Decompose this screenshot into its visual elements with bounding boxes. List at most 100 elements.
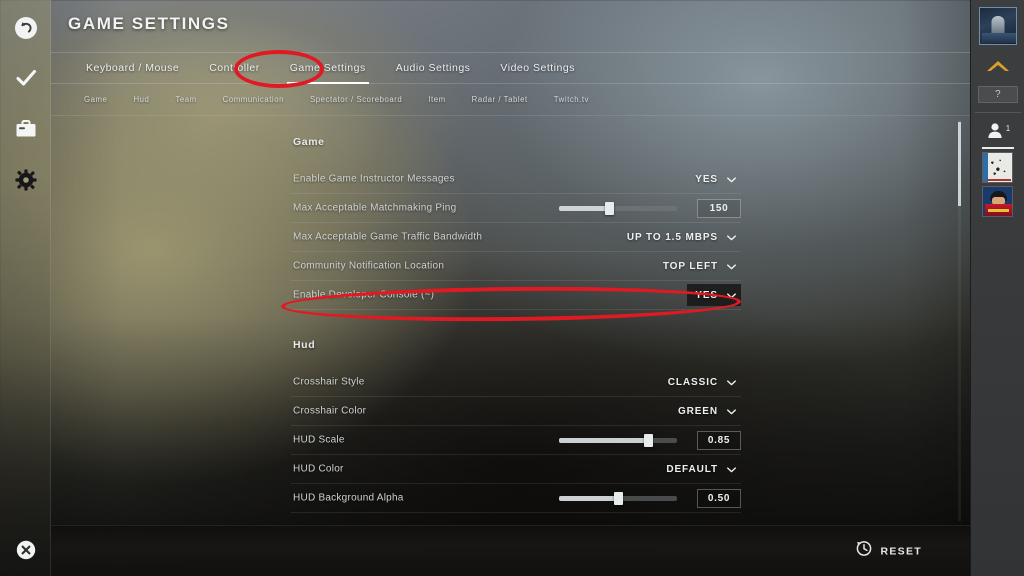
tab-label: Audio Settings [395, 62, 471, 74]
slider-handle[interactable] [643, 433, 653, 447]
chevron-down-icon [727, 257, 736, 275]
game-settings-screen: ? 1 GAME SETTINGS Keyboard / Mouse Contr… [0, 0, 1024, 576]
rank-badge[interactable] [971, 54, 1024, 82]
dropdown-crosshair-style[interactable]: CLASSIC [660, 371, 741, 393]
section-title: Hud [293, 339, 316, 351]
setting-control[interactable]: 0.85 [559, 426, 741, 454]
slider-fill [559, 205, 609, 211]
dropdown-value: DEFAULT [666, 463, 718, 475]
settings-button[interactable] [0, 158, 51, 202]
thumb-belt [988, 209, 1009, 212]
dropdown-max-acceptable-game-traffic-bandwidth[interactable]: UP TO 1.5 MBPS [619, 226, 741, 248]
back-button[interactable] [0, 6, 51, 50]
setting-row[interactable]: Max Acceptable Game Traffic Bandwidth UP … [291, 223, 741, 252]
accept-button[interactable] [0, 56, 51, 100]
setting-row[interactable]: Max Acceptable Matchmaking Ping 150 [291, 194, 741, 223]
tab-label: Controller [209, 62, 260, 74]
slider-handle[interactable] [604, 201, 614, 215]
gear-icon [14, 169, 37, 191]
setting-control[interactable]: DEFAULT [658, 455, 741, 483]
subtab-team[interactable]: Team [162, 84, 209, 115]
setting-row[interactable]: Enable Game Instructor Messages YES [291, 165, 741, 194]
slider-value: 0.85 [707, 434, 731, 446]
chevron-down-icon [727, 170, 736, 188]
player-avatar[interactable] [979, 7, 1017, 45]
scrollbar-thumb[interactable] [958, 122, 961, 206]
setting-label: Crosshair Color [293, 405, 367, 417]
tab-audio-settings[interactable]: Audio Settings [381, 53, 486, 83]
setting-control[interactable]: GREEN [670, 397, 741, 425]
slider-value-input[interactable]: 0.50 [697, 488, 741, 508]
tab-video-settings[interactable]: Video Settings [485, 53, 590, 83]
friends-button[interactable]: 1 [971, 120, 1024, 146]
setting-row[interactable]: Crosshair Color GREEN [291, 397, 741, 426]
tab-label: Keyboard / Mouse [86, 62, 180, 74]
setting-control[interactable]: CLASSIC [660, 368, 741, 396]
slider-value: 0.50 [707, 492, 731, 504]
friend-thumbnail-2[interactable] [982, 186, 1013, 217]
subtab-radar-tablet[interactable]: Radar / Tablet [459, 84, 541, 115]
dropdown-value: CLASSIC [667, 376, 718, 388]
dropdown-enable-game-instructor-messages[interactable]: YES [687, 168, 741, 190]
reset-button[interactable]: RESET [856, 541, 922, 562]
setting-row[interactable]: Community Notification Location TOP LEFT [291, 252, 741, 281]
thumb-status-line [987, 179, 1011, 181]
dropdown-value: TOP LEFT [662, 260, 718, 272]
tab-game-settings[interactable]: Game Settings [275, 53, 381, 84]
footer-bar: RESET [51, 525, 970, 576]
dropdown-community-notification-location[interactable]: TOP LEFT [655, 255, 741, 277]
dropdown-enable-developer-console[interactable]: YES [687, 284, 741, 306]
setting-control[interactable]: UP TO 1.5 MBPS [619, 223, 741, 251]
settings-content: Game Enable Game Instructor Messages YES Ma… [51, 116, 970, 525]
setting-control[interactable]: 0.50 [559, 484, 741, 512]
tab-label: Video Settings [500, 62, 575, 74]
subtab-label: Game [84, 95, 108, 104]
setting-control[interactable]: YES [687, 281, 741, 309]
right-sidebar: ? 1 [970, 0, 1024, 576]
dropdown-hud-color[interactable]: DEFAULT [658, 458, 741, 480]
slider-group[interactable]: 150 [559, 198, 741, 218]
setting-label: Max Acceptable Matchmaking Ping [293, 202, 457, 214]
setting-label: HUD Color [293, 463, 344, 475]
slider-group[interactable]: 0.85 [559, 430, 741, 450]
tab-keyboard-mouse[interactable]: Keyboard / Mouse [71, 53, 194, 83]
setting-row[interactable]: Enable Developer Console (~) YES [291, 281, 741, 310]
setting-label: Enable Developer Console (~) [293, 289, 435, 301]
slider-handle[interactable] [614, 491, 623, 505]
help-button[interactable]: ? [978, 86, 1018, 103]
setting-control[interactable]: TOP LEFT [655, 252, 741, 280]
subtab-spectator-scoreboard[interactable]: Spectator / Scoreboard [297, 84, 415, 115]
history-clock-icon [856, 541, 872, 562]
setting-row[interactable]: HUD Color DEFAULT [291, 455, 741, 484]
tab-label: Game Settings [289, 62, 366, 74]
setting-row[interactable]: HUD Background Alpha 0.50 [291, 484, 741, 513]
slider-max-acceptable-matchmaking-ping[interactable] [559, 201, 677, 215]
slider-value-input[interactable]: 0.85 [697, 430, 741, 450]
setting-row[interactable]: HUD Scale 0.85 [291, 426, 741, 455]
close-button[interactable] [0, 528, 51, 572]
slider-hud-background-alpha[interactable] [559, 491, 677, 505]
tab-controller[interactable]: Controller [194, 53, 275, 83]
setting-label: Enable Game Instructor Messages [293, 173, 455, 185]
subtab-communication[interactable]: Communication [210, 84, 297, 115]
friend-thumbnail-1[interactable] [982, 152, 1013, 183]
chevron-down-icon [727, 402, 736, 420]
subtab-hud[interactable]: Hud [120, 84, 162, 115]
briefcase-icon [15, 118, 37, 140]
chevron-down-icon [727, 460, 736, 478]
subtab-item[interactable]: Item [415, 84, 458, 115]
slider-value-input[interactable]: 150 [697, 198, 741, 218]
section-title: Game [293, 136, 325, 148]
subtab-game[interactable]: Game [71, 84, 120, 115]
setting-row[interactable]: Crosshair Style CLASSIC [291, 368, 741, 397]
subtab-twitch-tv[interactable]: Twitch.tv [541, 84, 602, 115]
slider-value: 150 [709, 202, 729, 214]
slider-fill [559, 437, 648, 443]
dropdown-crosshair-color[interactable]: GREEN [670, 400, 741, 422]
setting-control[interactable]: 150 [559, 194, 741, 222]
setting-label: Crosshair Style [293, 376, 365, 388]
slider-hud-scale[interactable] [559, 433, 677, 447]
setting-control[interactable]: YES [687, 165, 741, 193]
slider-group[interactable]: 0.50 [559, 488, 741, 508]
inventory-button[interactable] [0, 107, 51, 151]
